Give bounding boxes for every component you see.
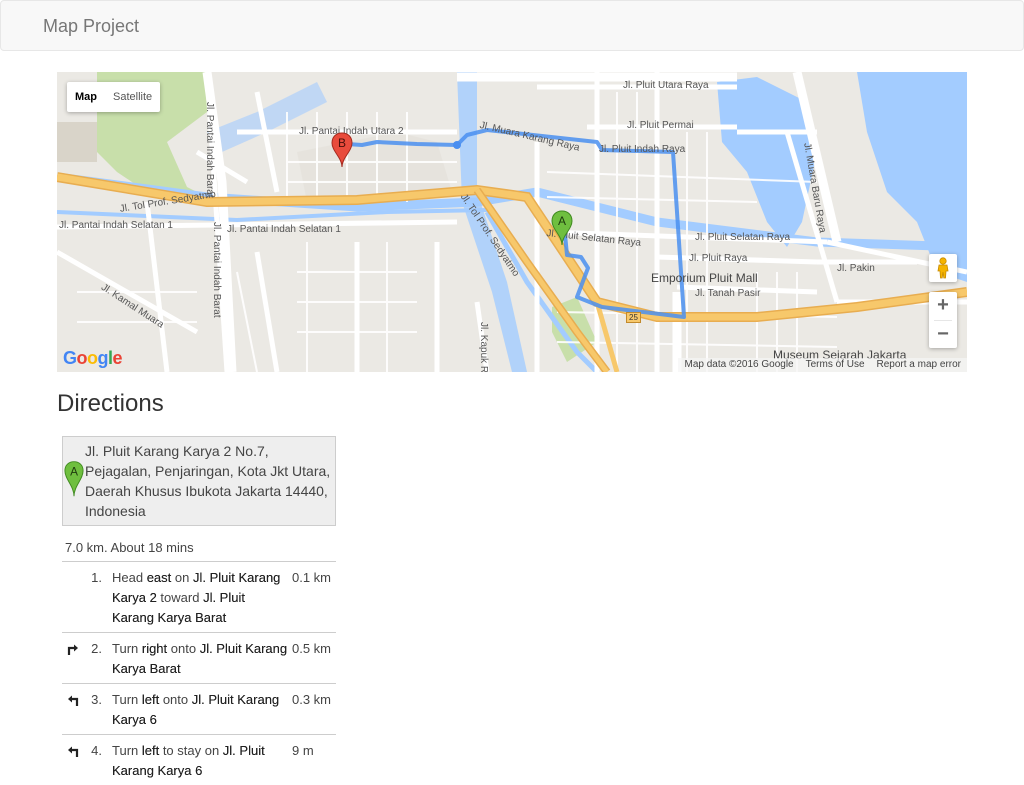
- marker-b-label: B: [338, 136, 346, 150]
- terms-of-use-link[interactable]: Terms of Use: [806, 358, 865, 372]
- step-number: 2.: [91, 641, 102, 656]
- pegman-icon: [937, 257, 949, 279]
- turn-left-icon: [62, 690, 84, 730]
- marker-a[interactable]: A: [551, 210, 573, 251]
- navbar: Map Project: [0, 0, 1024, 51]
- google-logo[interactable]: Google: [63, 348, 123, 369]
- toll-shield: 25: [626, 312, 641, 323]
- street-label: Jl. Pakin: [837, 263, 875, 274]
- street-label: Jl. Tanah Pasir: [695, 288, 761, 299]
- zoom-control: + −: [929, 292, 957, 348]
- street-label: Jl. Pluit Indah Raya: [599, 144, 686, 155]
- route-summary: 7.0 km. About 18 mins: [62, 526, 336, 562]
- map-tiles: [57, 72, 967, 372]
- map-type-satellite-button[interactable]: Satellite: [105, 82, 160, 112]
- zoom-out-button[interactable]: −: [929, 321, 957, 349]
- report-map-error-link[interactable]: Report a map error: [877, 358, 961, 372]
- step-distance: 0.5 km: [292, 641, 332, 656]
- step-number: 3.: [91, 692, 102, 707]
- direction-step[interactable]: 2. Turn right onto Jl. Pluit Karang Kary…: [62, 633, 336, 684]
- step-distance: 9 m: [292, 743, 314, 758]
- step-number: 4.: [91, 743, 102, 758]
- street-label: Jl. Pantai Indah Barat: [204, 102, 215, 198]
- no-maneuver-icon: [62, 568, 84, 628]
- svg-text:A: A: [70, 464, 78, 478]
- map-pin-icon: B: [331, 132, 353, 168]
- marker-a-label: A: [558, 214, 566, 228]
- direction-step[interactable]: 3. Turn left onto Jl. Pluit Karang Karya…: [62, 684, 336, 735]
- street-label: Jl. Pantai Indah Selatan 1: [59, 220, 173, 231]
- direction-step[interactable]: 4. Turn left to stay on Jl. Pluit Karang…: [62, 735, 336, 785]
- direction-step[interactable]: 1. Head east on Jl. Pluit Karang Karya 2…: [62, 562, 336, 633]
- directions-title: Directions: [57, 390, 164, 417]
- step-instruction: Turn right onto Jl. Pluit Karang Karya B…: [112, 641, 288, 676]
- poi-label[interactable]: Emporium Pluit Mall: [651, 271, 758, 285]
- start-address: Jl. Pluit Karang Karya 2 No.7, Pejagalan…: [85, 443, 331, 519]
- start-waypoint[interactable]: A Jl. Pluit Karang Karya 2 No.7, Pejagal…: [62, 436, 336, 526]
- street-label: Jl. Pluit Utara Raya: [623, 80, 709, 91]
- step-instruction: Head east on Jl. Pluit Karang Karya 2 to…: [112, 570, 281, 625]
- step-instruction: Turn left onto Jl. Pluit Karang Karya 6: [112, 692, 280, 727]
- map-canvas[interactable]: Jl. Pluit Utara Raya Jl. Pantai Indah Ut…: [57, 72, 967, 372]
- map-data-attribution: Map data ©2016 Google: [684, 359, 794, 370]
- step-distance: 0.3 km: [292, 692, 332, 707]
- street-view-pegman[interactable]: [929, 254, 957, 282]
- map-type-map-button[interactable]: Map: [67, 82, 105, 112]
- map-pin-icon: A: [551, 210, 573, 246]
- zoom-in-button[interactable]: +: [929, 292, 957, 320]
- street-label: Jl. Pantai Indah Selatan 1: [227, 224, 341, 235]
- street-label: Jl. Pantai Indah Barat: [211, 222, 222, 318]
- turn-left-icon: [62, 741, 84, 781]
- marker-b[interactable]: B: [331, 132, 353, 173]
- street-label: Jl. Pluit Raya: [689, 253, 748, 264]
- directions-panel: A Jl. Pluit Karang Karya 2 No.7, Pejagal…: [62, 436, 336, 785]
- street-label: Jl. Kapuk R: [478, 322, 489, 372]
- street-label: Jl. Pluit Permai: [627, 120, 694, 131]
- map-type-control: Map Satellite: [67, 82, 161, 112]
- navbar-brand[interactable]: Map Project: [43, 16, 139, 37]
- street-label: Jl. Pluit Selatan Raya: [695, 232, 791, 243]
- step-number: 1.: [91, 570, 102, 585]
- map-pin-icon: A: [64, 461, 84, 497]
- step-instruction: Turn left to stay on Jl. Pluit Karang Ka…: [112, 743, 265, 778]
- turn-right-icon: [62, 639, 84, 679]
- step-distance: 0.1 km: [292, 570, 332, 585]
- map-attribution: Map data ©2016 Google Terms of Use Repor…: [678, 358, 967, 372]
